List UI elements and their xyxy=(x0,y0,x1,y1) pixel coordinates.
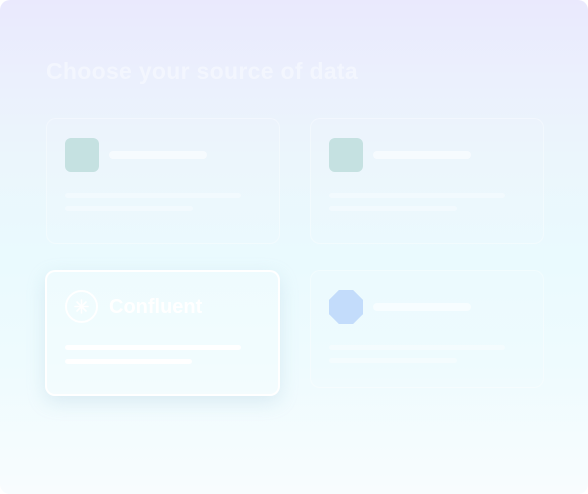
confluent-logo-icon xyxy=(65,290,98,323)
octagon-icon xyxy=(329,290,363,324)
source-card-placeholder-2[interactable] xyxy=(310,118,544,244)
source-name-placeholder xyxy=(373,303,471,311)
description-line-placeholder xyxy=(329,193,505,198)
source-icon xyxy=(65,138,99,172)
description-line-placeholder xyxy=(329,345,505,350)
source-name: Confluent xyxy=(109,296,203,318)
source-name-placeholder xyxy=(109,151,207,159)
source-card-confluent[interactable]: Confluent xyxy=(45,270,280,396)
source-card-placeholder-4[interactable] xyxy=(310,270,544,388)
description-line-placeholder xyxy=(329,358,457,363)
description-line-placeholder xyxy=(329,206,457,211)
source-icon xyxy=(329,138,363,172)
description-line-placeholder xyxy=(65,345,241,350)
description-line-placeholder xyxy=(65,359,192,364)
source-name-placeholder xyxy=(373,151,471,159)
description-line-placeholder xyxy=(65,206,193,211)
confluent-logo-mark xyxy=(74,299,89,314)
source-picker-screen: Choose your source of data Confluent xyxy=(0,0,588,494)
description-line-placeholder xyxy=(65,193,241,198)
page-title: Choose your source of data xyxy=(46,58,358,84)
source-card-placeholder-1[interactable] xyxy=(46,118,280,244)
